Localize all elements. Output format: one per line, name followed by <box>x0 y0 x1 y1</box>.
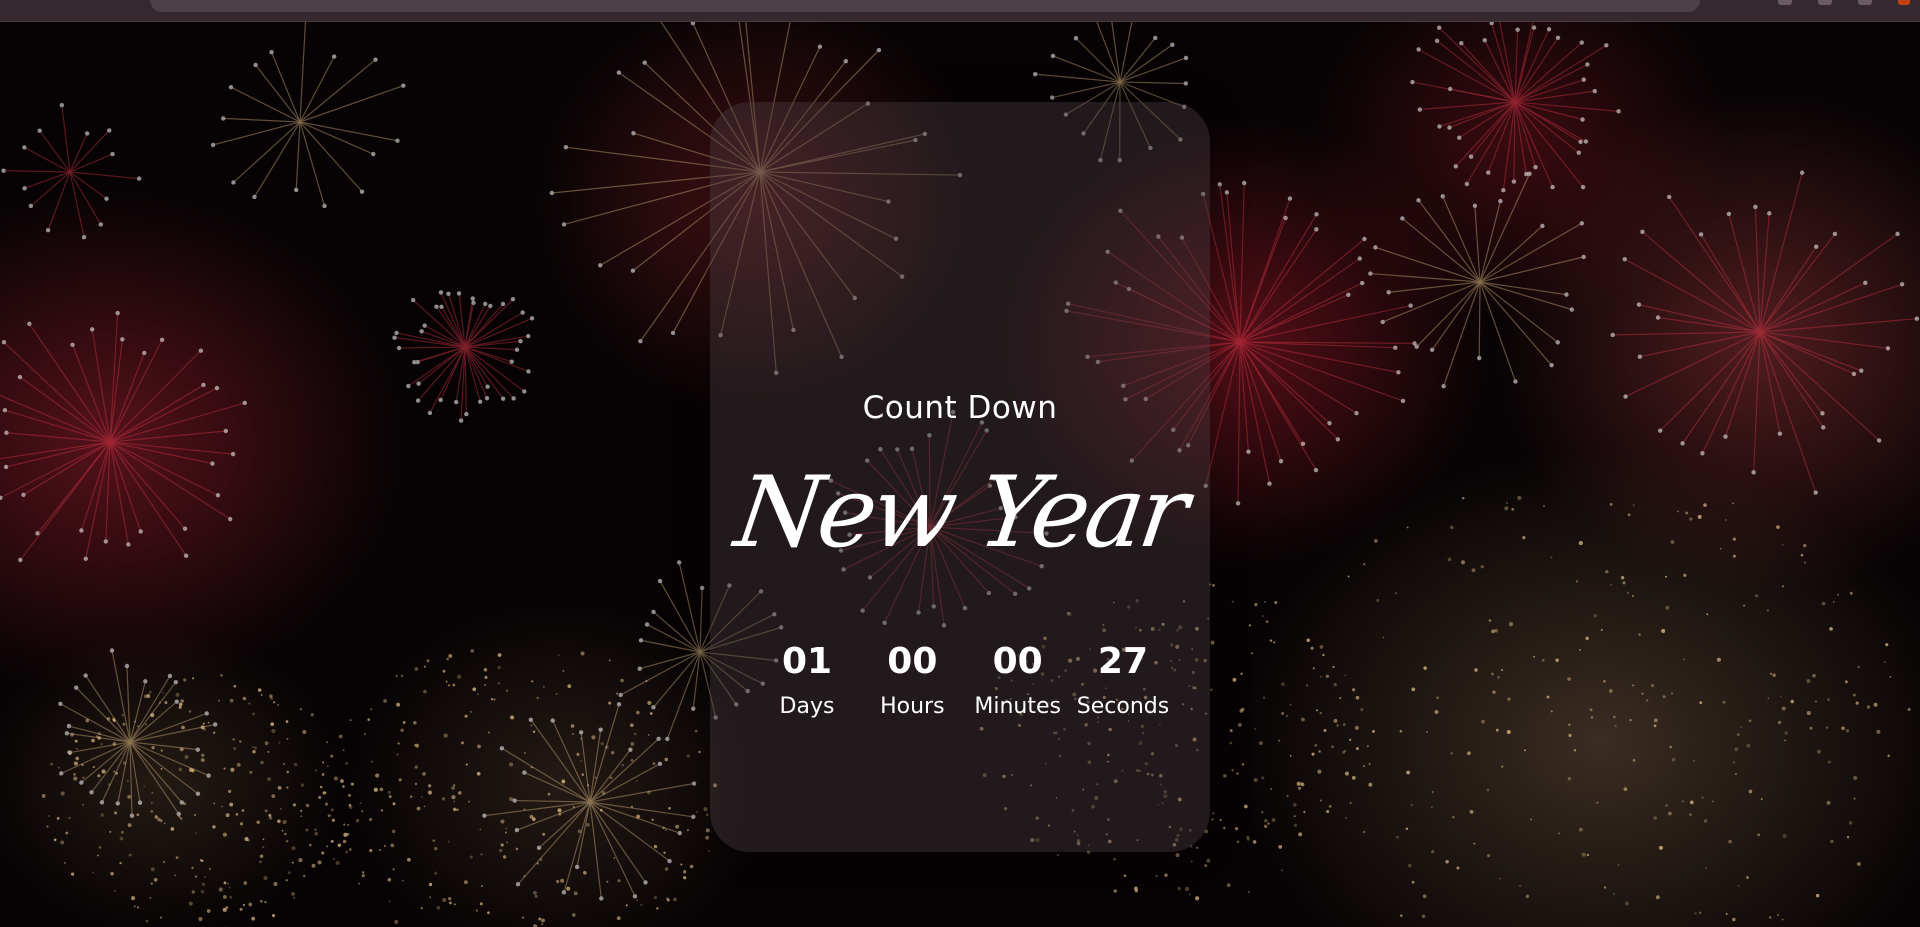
address-bar[interactable] <box>150 0 1700 12</box>
firework-burst <box>58 648 218 818</box>
firework-burst <box>392 290 535 423</box>
firework-burst <box>1368 171 1586 389</box>
extensions-icon[interactable] <box>1778 0 1792 5</box>
new-year-title: New Year <box>728 456 1192 570</box>
firework-burst <box>0 310 247 563</box>
glitter-cluster <box>1286 495 1911 922</box>
firework-burst <box>482 702 697 901</box>
seconds-value: 27 <box>1097 641 1149 682</box>
hours-value: 00 <box>887 641 938 682</box>
menu-icon[interactable] <box>1858 0 1872 5</box>
days-value: 01 <box>781 641 833 682</box>
seconds-label: Seconds <box>1076 694 1170 719</box>
fireworks-background: Count Down New Year 01 Days 00 Hours 00 … <box>0 22 1920 927</box>
firework-burst <box>1 102 142 240</box>
minutes-unit: 00 Minutes <box>966 640 1070 720</box>
firework-burst <box>1610 170 1920 495</box>
hours-label: Hours <box>880 694 945 719</box>
extension-badge-icon[interactable] <box>1898 0 1910 5</box>
seconds-unit: 27 Seconds <box>1071 640 1175 720</box>
browser-controls <box>1778 0 1910 8</box>
minutes-value: 00 <box>992 641 1043 682</box>
firework-burst <box>1410 22 1621 193</box>
countdown-card: Count Down New Year 01 Days 00 Hours 00 … <box>710 102 1210 852</box>
firework-burst <box>210 22 406 209</box>
days-unit: 01 Days <box>755 640 859 720</box>
profile-icon[interactable] <box>1818 0 1832 5</box>
days-label: Days <box>779 694 835 719</box>
browser-toolbar <box>0 0 1920 22</box>
countdown-subtitle: Count Down <box>862 390 1058 426</box>
hours-unit: 00 Hours <box>860 640 964 720</box>
glitter-cluster <box>41 674 353 927</box>
countdown-timer: 01 Days 00 Hours 00 Minutes 27 Seconds <box>755 640 1175 720</box>
minutes-label: Minutes <box>974 694 1061 719</box>
